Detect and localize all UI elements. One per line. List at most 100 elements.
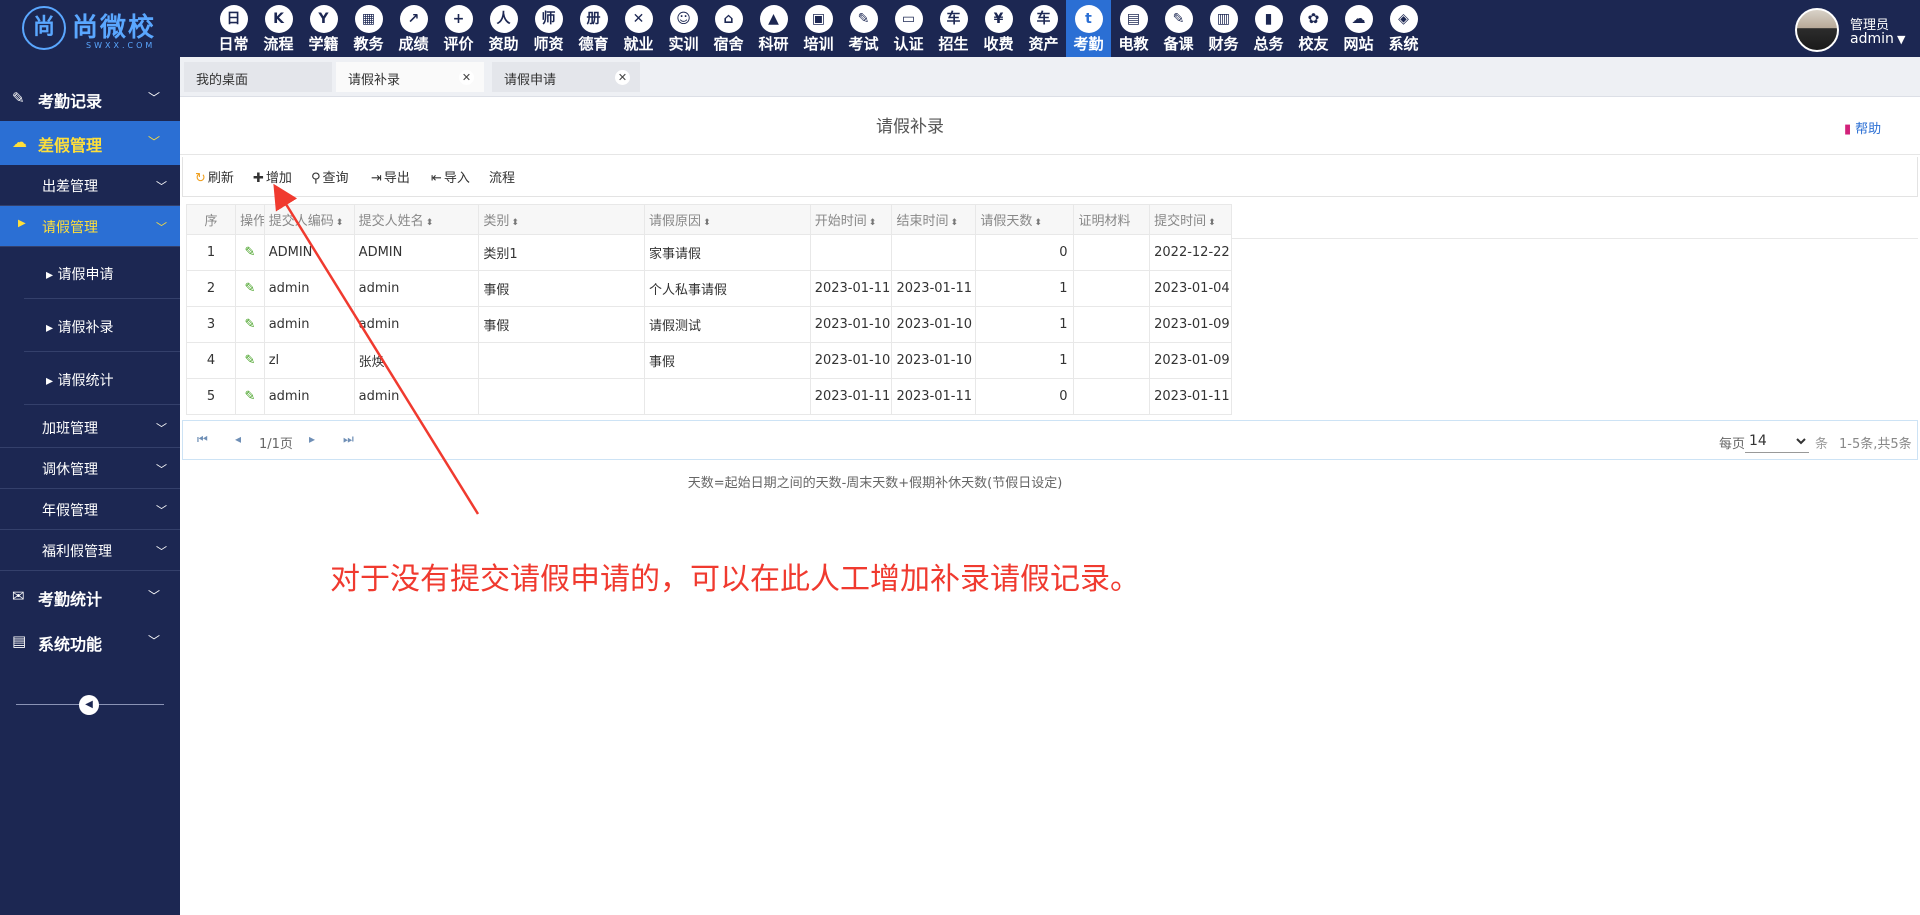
nav-item-8[interactable]: 册德育 (571, 0, 616, 57)
proof-material (1073, 270, 1151, 307)
edit-icon[interactable]: ✎ (244, 245, 255, 260)
nav-item-19[interactable]: t 考勤 (1066, 0, 1111, 57)
sort-icon[interactable]: ⬍ (336, 218, 344, 228)
query-button[interactable]: ⚲ 查询 (311, 167, 349, 186)
tab-my-desktop[interactable]: 我的桌面 (184, 62, 332, 92)
next-page-icon[interactable]: ▸ (309, 432, 315, 446)
sidebar-item-welfare-leave[interactable]: 福利假管理 ﹀ (0, 530, 180, 571)
sort-icon[interactable]: ⬍ (951, 218, 959, 228)
column-header[interactable]: 提交人编码 ⬍ (263, 204, 355, 235)
nav-item-4[interactable]: ↗ 成绩 (391, 0, 436, 57)
first-page-icon[interactable]: ⏮ (197, 432, 208, 447)
sidebar-leaf-leave-apply[interactable]: ▸ 请假申请 (24, 247, 180, 299)
nav-item-12[interactable]: ▲ 科研 (751, 0, 796, 57)
sidebar-item-leave[interactable]: ▶ 请假管理 ﹀ (0, 206, 180, 247)
sort-icon[interactable]: ⬍ (1034, 218, 1042, 228)
nav-item-2[interactable]: Y 学籍 (301, 0, 346, 57)
nav-item-10[interactable]: ☺ 实训 (661, 0, 706, 57)
column-header[interactable]: 请假原因 ⬍ (644, 204, 811, 235)
table-row[interactable]: 2 ✎ admin admin 事假 个人私事请假 2023-01-11 2023-01-11… (185, 270, 1232, 307)
nav-item-1[interactable]: K 流程 (256, 0, 301, 57)
nav-item-9[interactable]: ✕ 就业 (616, 0, 661, 57)
sidebar-group-system-functions[interactable]: ▤ 系统功能 ﹀ (0, 620, 180, 664)
nav-item-7[interactable]: 师师资 (526, 0, 571, 57)
page-size-select[interactable]: 14 (1745, 429, 1809, 453)
edit-icon[interactable]: ✎ (244, 281, 255, 296)
avatar[interactable] (1795, 8, 1839, 52)
sidebar-group-attendance-records[interactable]: ✎ 考勤记录 ﹀ (0, 77, 180, 121)
column-header[interactable]: 开始时间 ⬍ (809, 204, 893, 235)
sidebar-item-business-trip[interactable]: 出差管理 ﹀ (0, 165, 180, 206)
sidebar-group-leave-management[interactable]: ☁ 差假管理 ﹀ (0, 121, 180, 165)
nav-item-24[interactable]: ✿ 校友 (1291, 0, 1336, 57)
user-menu[interactable]: 管理员 admin ▼ (1795, 8, 1915, 52)
table-row[interactable]: 3 ✎ admin admin 事假 请假测试 2023-01-10 2023-01-10 1 2… (185, 306, 1232, 343)
edit-icon[interactable]: ✎ (244, 317, 255, 332)
page-title: 请假补录 (876, 117, 944, 137)
nav-label: 流程 (263, 35, 294, 53)
sidebar-leaf-leave-stats[interactable]: ▸ 请假统计 (24, 353, 180, 405)
import-button[interactable]: ⇤ 导入 (431, 167, 470, 186)
last-page-icon[interactable]: ⏭ (343, 432, 354, 447)
nav-item-3[interactable]: ▦ 教务 (346, 0, 391, 57)
sort-icon[interactable]: ⬍ (1208, 218, 1216, 228)
sidebar-item-annual-leave[interactable]: 年假管理 ﹀ (0, 489, 180, 530)
nav-item-16[interactable]: 车招生 (931, 0, 976, 57)
add-button[interactable]: ✚ 增加 (253, 167, 292, 186)
table-row[interactable]: 5 ✎ admin admin 2023-01-11 2023-01-11 0 2023-01… (185, 378, 1232, 415)
nav-item-0[interactable]: 日日常 (211, 0, 256, 57)
nav-item-17[interactable]: ¥ 收费 (976, 0, 1021, 57)
sidebar-leaf-leave-supplement[interactable]: ▸ 请假补录 (24, 300, 180, 352)
nav-item-15[interactable]: ▭ 认证 (886, 0, 931, 57)
sort-icon[interactable]: ⬍ (869, 218, 877, 228)
nav-item-26[interactable]: ◈ 系统 (1381, 0, 1426, 57)
sidebar-item-overtime[interactable]: 加班管理 ﹀ (0, 407, 180, 448)
column-header[interactable]: 提交时间 ⬍ (1149, 204, 1232, 235)
column-header[interactable]: 提交人姓名 ⬍ (353, 204, 480, 235)
close-icon[interactable]: ✕ (615, 70, 630, 85)
sidebar-item-compensatory-leave[interactable]: 调休管理 ﹀ (0, 448, 180, 489)
sort-icon[interactable]: ⬍ (703, 218, 711, 228)
tab-leave-apply[interactable]: 请假申请 ✕ (492, 62, 640, 92)
edit-icon[interactable]: ✎ (244, 353, 255, 368)
sort-icon[interactable]: ⬍ (511, 218, 519, 228)
nav-item-22[interactable]: ▥ 财务 (1201, 0, 1246, 57)
column-header[interactable]: 结束时间 ⬍ (891, 204, 977, 235)
column-header[interactable]: 类别 ⬍ (478, 204, 646, 235)
nav-item-21[interactable]: ✎ 备课 (1156, 0, 1201, 57)
user-name[interactable]: admin (1850, 31, 1894, 47)
module-icon: 车 (939, 5, 968, 33)
nav-item-13[interactable]: ▣ 培训 (796, 0, 841, 57)
page-indicator: 1/1页 (259, 437, 293, 452)
prev-page-icon[interactable]: ◂ (235, 432, 241, 446)
column-header[interactable]: 请假天数 ⬍ (975, 204, 1075, 235)
days-formula-note: 天数=起始日期之间的天数-周末天数+假期补休天数(节假日设定) (687, 476, 1063, 491)
nav-item-25[interactable]: ☁ 网站 (1336, 0, 1381, 57)
nav-item-11[interactable]: ⌂ 宿舍 (706, 0, 751, 57)
table-row[interactable]: 1 ✎ ADMIN ADMIN 类别1 家事请假 0 2022-12-22 (185, 234, 1232, 271)
brand-logo[interactable]: 尚 尚微校 SWXX.COM (22, 6, 168, 52)
collapse-left-icon[interactable]: ◀ (79, 695, 99, 715)
nav-item-18[interactable]: 车资产 (1021, 0, 1066, 57)
nav-item-14[interactable]: ✎ 考试 (841, 0, 886, 57)
nav-item-5[interactable]: + 评价 (436, 0, 481, 57)
edit-icon[interactable]: ✎ (244, 389, 255, 404)
workflow-button[interactable]: 流程 (489, 167, 515, 186)
sort-icon[interactable]: ⬍ (426, 218, 434, 228)
export-button[interactable]: ⇥ 导出 (371, 167, 410, 186)
tab-leave-supplement[interactable]: 请假补录 ✕ (336, 62, 484, 92)
nav-item-6[interactable]: 人资助 (481, 0, 526, 57)
table-row[interactable]: 4 ✎ zl 张焕 事假 2023-01-10 2023-01-10 1 2023-01-09 (185, 342, 1232, 379)
chevron-down-icon: ﹀ (148, 135, 161, 149)
refresh-button[interactable]: ↻ 刷新 (195, 167, 234, 186)
nav-label: 宿舍 (713, 35, 744, 53)
nav-item-23[interactable]: ▮ 总务 (1246, 0, 1291, 57)
caret-down-icon[interactable]: ▼ (1897, 33, 1905, 46)
sidebar-group-attendance-stats[interactable]: ✉ 考勤统计 ﹀ (0, 575, 180, 619)
nav-item-20[interactable]: ▤ 电教 (1111, 0, 1156, 57)
submit-time: 2023-01-11 (1149, 378, 1232, 415)
close-icon[interactable]: ✕ (459, 70, 474, 85)
nav-label: 资产 (1028, 35, 1059, 53)
help-link[interactable]: ▮ 帮助 (1844, 118, 1881, 137)
column-header-label: 序 (204, 214, 218, 229)
